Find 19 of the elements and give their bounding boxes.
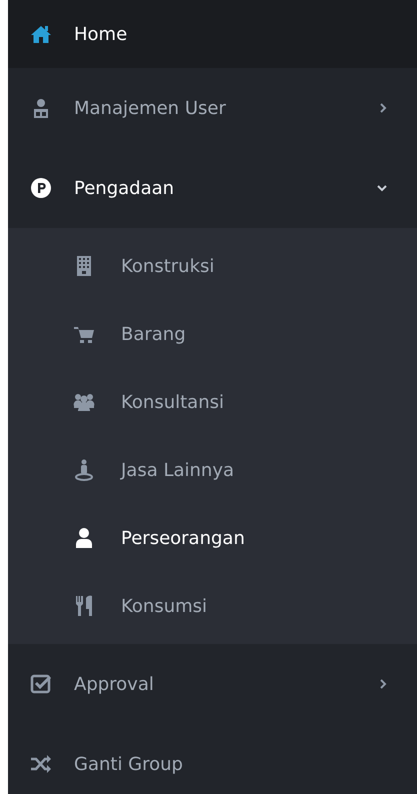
menu-item[interactable]: Pengadaan xyxy=(8,148,417,228)
submenu-item[interactable]: Jasa Lainnya xyxy=(8,436,417,504)
checkbox-icon xyxy=(30,673,52,695)
people-icon xyxy=(73,391,95,413)
submenu-item[interactable]: Konsultansi xyxy=(8,368,417,436)
menu-item[interactable]: Manajemen User xyxy=(8,68,417,148)
cutlery-icon xyxy=(73,595,95,617)
submenu-item[interactable]: Perseorangan xyxy=(8,504,417,572)
submenu-item[interactable]: Barang xyxy=(8,300,417,368)
shuffle-icon xyxy=(30,753,52,775)
person-icon xyxy=(73,527,95,549)
menu-item[interactable]: Home xyxy=(8,0,417,68)
home-icon xyxy=(30,23,52,45)
menu-item[interactable]: Approval xyxy=(8,644,417,724)
submenu-item[interactable]: Konstruksi xyxy=(8,232,417,300)
standing-person-icon xyxy=(73,459,95,481)
p-circle-icon xyxy=(30,177,52,199)
submenu-item[interactable]: Konsumsi xyxy=(8,572,417,640)
menu-item[interactable]: Ganti Group xyxy=(8,724,417,794)
